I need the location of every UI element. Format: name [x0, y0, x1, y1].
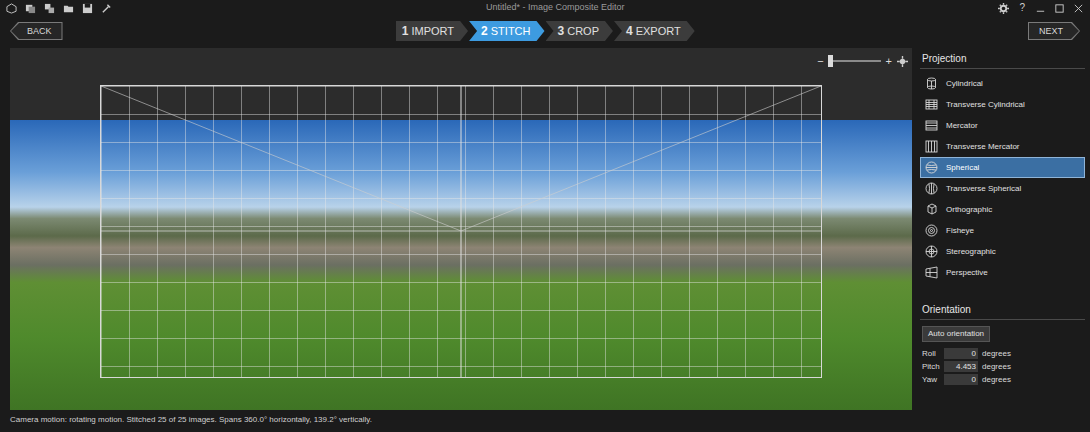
step-label: STITCH	[491, 25, 531, 37]
step-bar: BACK 1IMPORT2STITCH3CROP4EXPORT NEXT	[0, 18, 1090, 44]
field-label: Yaw	[922, 374, 938, 386]
step-label: CROP	[567, 25, 599, 37]
step-tab[interactable]: 3CROP	[546, 21, 613, 41]
window-title: Untitled* - Image Composite Editor	[112, 1, 998, 15]
preview-canvas[interactable]: −+	[10, 48, 912, 410]
save-icon[interactable]	[82, 3, 93, 14]
step-tab[interactable]: 2STITCH	[469, 21, 544, 41]
field-label: Pitch	[922, 361, 938, 373]
projection-item[interactable]: Mercator	[920, 115, 1085, 136]
new-panorama-icon[interactable]	[25, 3, 36, 14]
spherical-icon	[925, 161, 938, 174]
close-icon[interactable]	[1073, 3, 1084, 14]
field-label: Roll	[922, 348, 938, 360]
orientation-fields: Roll degrees Pitch degrees Yaw degrees	[920, 347, 1085, 386]
crop-grid[interactable]	[100, 85, 822, 378]
projection-label: Orthographic	[946, 204, 992, 216]
grid-lines-icon	[101, 86, 821, 377]
field-unit: degrees	[982, 361, 1011, 373]
zoom-slider[interactable]	[829, 60, 881, 62]
zoom-controls: −+	[10, 48, 912, 70]
step-tab[interactable]: 1IMPORT	[396, 21, 468, 41]
projection-item[interactable]: Spherical	[920, 157, 1085, 178]
maximize-icon[interactable]	[1054, 3, 1065, 14]
projection-item[interactable]: Cylindrical	[920, 73, 1085, 94]
quick-toolbar	[6, 3, 112, 14]
projection-list: Cylindrical Transverse Cylindrical Mercato…	[920, 73, 1085, 283]
next-button[interactable]: NEXT	[1028, 22, 1080, 40]
projection-item[interactable]: Perspective	[920, 262, 1085, 283]
back-button[interactable]: BACK	[10, 22, 63, 40]
projection-label: Spherical	[946, 162, 979, 174]
projection-label: Stereographic	[946, 246, 996, 258]
back-label: BACK	[11, 23, 62, 39]
step-label: EXPORT	[636, 25, 681, 37]
field-input[interactable]	[944, 348, 978, 359]
next-label: NEXT	[1029, 23, 1079, 39]
publish-icon[interactable]	[101, 3, 112, 14]
step-number: 4	[626, 24, 633, 38]
projection-label: Fisheye	[946, 225, 974, 237]
transverse-mercator-icon	[925, 140, 938, 153]
field-unit: degrees	[982, 348, 1011, 360]
step-tabs: 1IMPORT2STITCH3CROP4EXPORT	[396, 21, 695, 41]
projection-item[interactable]: Orthographic	[920, 199, 1085, 220]
field-unit: degrees	[982, 374, 1011, 386]
fit-to-window-icon[interactable]	[897, 56, 908, 67]
step-number: 2	[481, 24, 488, 38]
auto-orientation-button[interactable]: Auto orientation	[922, 326, 990, 342]
new-video-panorama-icon[interactable]	[44, 3, 55, 14]
orthographic-icon	[925, 203, 938, 216]
settings-gear-icon[interactable]	[998, 3, 1009, 14]
transverse-cylindrical-icon	[925, 98, 938, 111]
status-text: Camera motion: rotating motion. Stitched…	[10, 414, 372, 426]
projection-label: Transverse Cylindrical	[946, 99, 1025, 111]
settings-panel: Projection Cylindrical Transverse Cylindr…	[920, 48, 1085, 410]
main-area: −+ Projection CylindricalTransverse Cyli…	[0, 48, 1090, 410]
zoom-in-button[interactable]: +	[885, 56, 893, 67]
projection-item[interactable]: Stereographic	[920, 241, 1085, 262]
status-bar: Camera motion: rotating motion. Stitched…	[0, 410, 1090, 430]
open-folder-icon[interactable]	[63, 3, 74, 14]
minimize-icon[interactable]	[1035, 3, 1046, 14]
projection-item[interactable]: Transverse Mercator	[920, 136, 1085, 157]
perspective-icon	[925, 266, 938, 279]
orientation-field: Yaw degrees	[920, 373, 1085, 386]
fisheye-icon	[925, 224, 938, 237]
orientation-field: Pitch degrees	[920, 360, 1085, 373]
step-number: 1	[402, 24, 409, 38]
mercator-icon	[925, 119, 938, 132]
orientation-field: Roll degrees	[920, 347, 1085, 360]
title-bar: Untitled* - Image Composite Editor ?	[0, 0, 1090, 16]
zoom-out-button[interactable]: −	[816, 56, 824, 67]
projection-label: Transverse Mercator	[946, 141, 1020, 153]
projection-item[interactable]: Transverse Spherical	[920, 178, 1085, 199]
step-tab[interactable]: 4EXPORT	[614, 21, 695, 41]
window-controls: ?	[998, 3, 1084, 14]
projection-item[interactable]: Fisheye	[920, 220, 1085, 241]
projection-label: Transverse Spherical	[946, 183, 1021, 195]
orientation-heading: Orientation	[920, 299, 1085, 320]
zoom-slider-thumb[interactable]	[828, 55, 833, 67]
field-input[interactable]	[944, 374, 978, 385]
window-title-text: Untitled* - Image Composite Editor	[486, 2, 625, 12]
cylindrical-icon	[925, 77, 938, 90]
step-label: IMPORT	[412, 25, 455, 37]
projection-heading: Projection	[920, 48, 1085, 69]
stereographic-icon	[925, 245, 938, 258]
projection-item[interactable]: Transverse Cylindrical	[920, 94, 1085, 115]
projection-label: Perspective	[946, 267, 988, 279]
projection-label: Mercator	[946, 120, 978, 132]
transverse-spherical-icon	[925, 182, 938, 195]
help-button[interactable]: ?	[1017, 3, 1027, 13]
projection-label: Cylindrical	[946, 78, 983, 90]
step-number: 3	[558, 24, 565, 38]
app-logo-icon[interactable]	[6, 3, 17, 14]
field-input[interactable]	[944, 361, 978, 372]
